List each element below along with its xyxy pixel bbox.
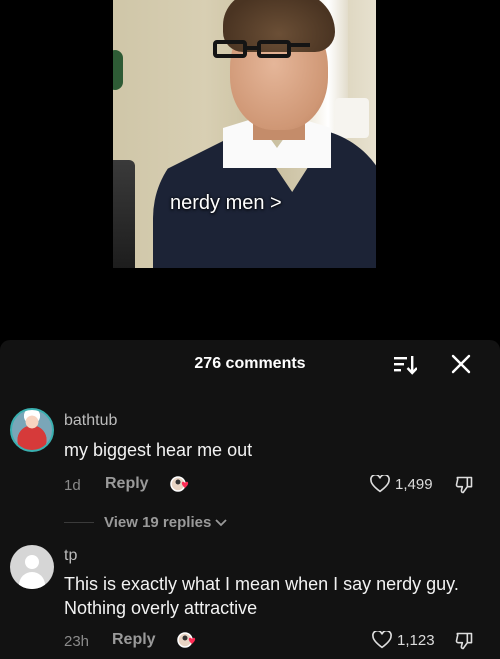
comment-item: tp This is exactly what I mean when I sa…	[0, 545, 500, 659]
comments-header: 276 comments	[0, 340, 500, 390]
close-icon[interactable]	[450, 353, 472, 375]
background-lamp	[335, 98, 369, 138]
creator-liked-icon	[177, 632, 196, 648]
dislike-icon[interactable]	[454, 631, 474, 651]
heart-icon	[370, 475, 390, 493]
dislike-icon[interactable]	[454, 475, 474, 495]
comments-panel: 276 comments bathtub my biggest hear me …	[0, 340, 500, 659]
video-caption: nerdy men >	[170, 192, 282, 214]
like-count: 1,123	[397, 631, 435, 649]
video-player[interactable]: nerdy men >	[0, 0, 500, 340]
comment-item: bathtub my biggest hear me out 1d Reply …	[0, 408, 500, 558]
comments-count: 276 comments	[194, 355, 306, 372]
comment-text: my biggest hear me out	[64, 440, 253, 460]
like-button[interactable]: 1,123	[372, 631, 435, 649]
comment-time: 23h	[64, 633, 90, 650]
background-chair	[113, 160, 135, 268]
heart-icon	[372, 631, 392, 649]
replies-divider	[64, 522, 94, 523]
comment-text: This is exactly what I mean when I say n…	[64, 574, 459, 618]
like-button[interactable]: 1,499	[370, 475, 433, 493]
comment-username[interactable]: tp	[64, 547, 77, 565]
reply-button[interactable]: Reply	[112, 631, 156, 649]
reply-button[interactable]: Reply	[105, 475, 149, 493]
avatar[interactable]	[10, 545, 54, 589]
view-replies-label: View 19 replies	[104, 514, 212, 531]
like-count: 1,499	[395, 475, 433, 493]
view-replies-button[interactable]: View 19 replies	[64, 514, 228, 531]
avatar[interactable]	[10, 408, 54, 452]
creator-liked-icon	[170, 476, 189, 492]
person-glasses	[213, 40, 310, 60]
sort-icon[interactable]	[393, 354, 417, 376]
comment-username[interactable]: bathtub	[64, 412, 117, 430]
video-frame	[113, 0, 376, 268]
chevron-down-icon	[215, 518, 227, 526]
comment-time: 1d	[64, 477, 81, 494]
background-plant	[113, 50, 123, 90]
